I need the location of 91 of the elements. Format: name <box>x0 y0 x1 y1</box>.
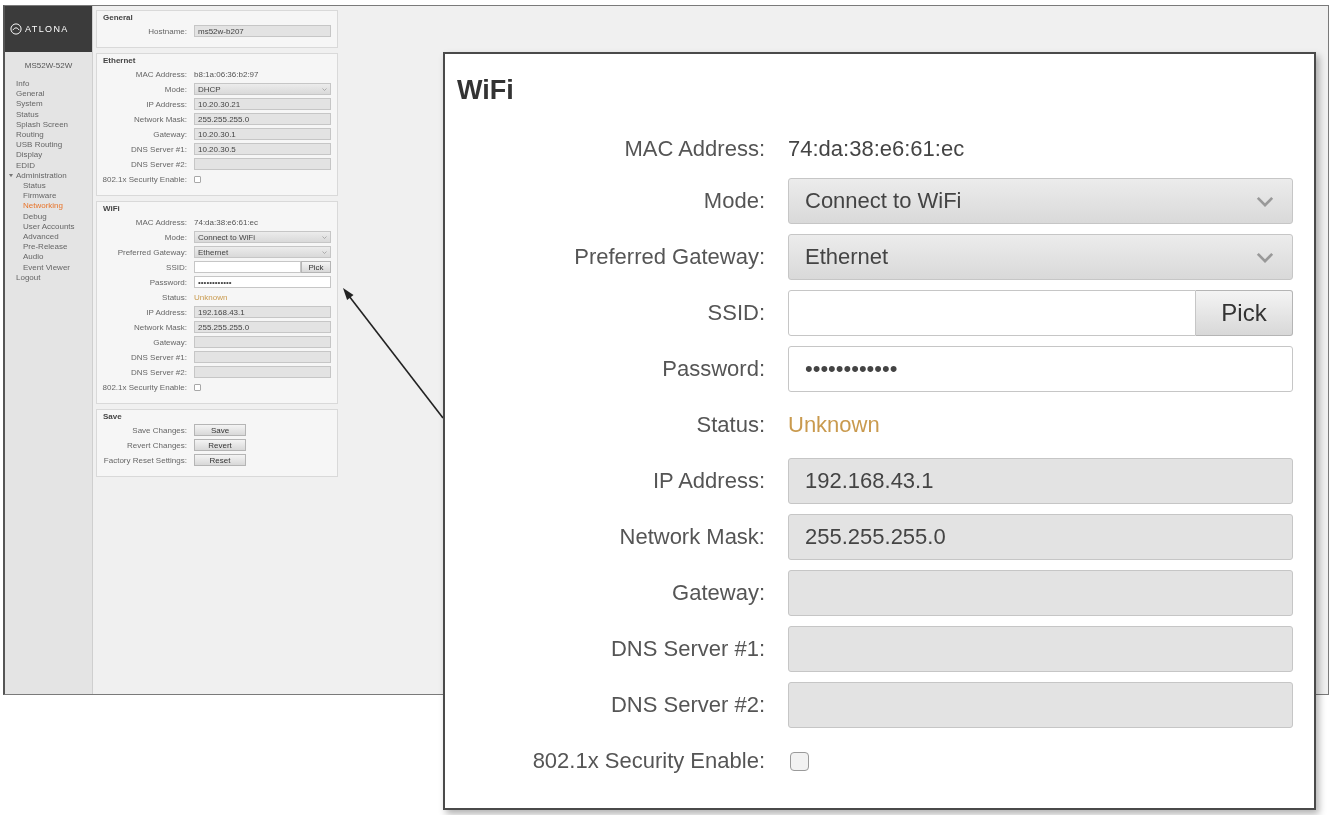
field-label: DNS Server #2: <box>129 367 187 377</box>
dropdown[interactable]: Ethernet <box>194 246 331 258</box>
pick-button[interactable]: Pick <box>1196 290 1293 336</box>
device-name: MS52W-52W <box>23 61 74 71</box>
sidebar-item[interactable]: Debug <box>5 211 92 222</box>
sidebar-item[interactable]: Routing <box>5 130 92 141</box>
checkbox[interactable] <box>790 751 809 771</box>
field-label: MAC Address: <box>623 136 765 162</box>
sidebar-item[interactable]: User Accounts <box>5 221 92 233</box>
sidebar-item[interactable]: Pre-Release <box>5 242 92 253</box>
checkbox[interactable] <box>194 175 201 183</box>
text-field[interactable] <box>194 261 301 273</box>
sidebar-item[interactable]: Splash Screen <box>5 119 92 130</box>
sidebar-item[interactable]: Event Viewer <box>5 262 92 273</box>
chevron-down-icon <box>1256 251 1274 263</box>
dropdown[interactable]: Connect to WiFi <box>194 231 331 243</box>
text-field[interactable]: •••••••••••• <box>194 276 331 288</box>
field-label: Status: <box>161 292 187 302</box>
sidebar-item[interactable]: Firmware <box>5 191 92 202</box>
field-label: Status: <box>695 412 765 438</box>
value-text: 74:da:38:e6:61:ec <box>788 136 965 162</box>
chevron-down-icon <box>1256 195 1274 207</box>
field-label: DNS Server #2: <box>609 692 765 718</box>
sidebar-item[interactable]: EDID <box>5 160 92 171</box>
field-label: Preferred Gateway: <box>116 247 187 257</box>
section-title: Ethernet <box>102 56 137 65</box>
sidebar-item[interactable]: Audio <box>5 252 92 263</box>
field-label: Hostname: <box>147 26 187 36</box>
field-label: IP Address: <box>145 99 187 109</box>
chevron-down-icon <box>322 250 327 254</box>
value-text: 74:da:38:e6:61:ec <box>194 217 259 227</box>
sidebar-item[interactable]: Status <box>5 109 92 120</box>
field-label: 802.1x Security Enable: <box>101 382 187 392</box>
sidebar-item[interactable]: Display <box>5 150 92 161</box>
field-label: Password: <box>148 277 187 287</box>
field-label: Save Changes: <box>131 425 187 435</box>
field-label: Network Mask: <box>133 322 187 332</box>
field-label: SSID: <box>165 262 187 272</box>
sidebar-item[interactable]: General <box>5 89 92 100</box>
section-title: WiFi <box>102 204 121 213</box>
dropdown[interactable]: DHCP <box>194 83 331 95</box>
expand-triangle-icon <box>9 174 13 179</box>
field-label: Password: <box>661 356 765 382</box>
sidebar-item[interactable]: USB Routing <box>5 140 92 151</box>
field-label: MAC Address: <box>134 217 187 227</box>
action-button[interactable]: Revert <box>194 439 246 451</box>
field-label: Mode: <box>163 232 187 242</box>
sidebar-item[interactable]: Administration <box>5 170 92 182</box>
field-label: DNS Server #1: <box>129 352 187 362</box>
chevron-down-icon <box>322 235 327 239</box>
field-label: SSID: <box>706 300 765 326</box>
field-label: Factory Reset Settings: <box>102 455 187 465</box>
field-label: 802.1x Security Enable: <box>531 748 765 774</box>
field-label: Network Mask: <box>618 524 765 550</box>
status-text: Unknown <box>194 292 228 302</box>
field-label: Gateway: <box>152 129 187 139</box>
section-title: WiFi <box>457 74 515 106</box>
field-label: IP Address: <box>145 307 187 317</box>
section-title: Save <box>102 412 123 421</box>
sidebar-item[interactable]: Advanced <box>5 232 92 243</box>
action-button[interactable]: Reset <box>194 454 246 466</box>
sidebar-item[interactable]: Info <box>5 79 92 90</box>
field-label: Mode: <box>702 188 765 214</box>
sidebar-item[interactable]: Status <box>5 181 92 192</box>
action-button[interactable]: Save <box>194 424 246 436</box>
text-field[interactable]: •••••••••••• <box>788 346 1293 392</box>
field-label: DNS Server #1: <box>609 636 765 662</box>
field-label: Network Mask: <box>133 114 187 124</box>
dropdown[interactable]: Ethernet <box>788 234 1293 280</box>
field-label: IP Address: <box>651 468 765 494</box>
field-label: Gateway: <box>152 337 187 347</box>
field-label: Revert Changes: <box>125 440 187 450</box>
field-label: DNS Server #1: <box>129 144 187 154</box>
section-title: General <box>102 13 134 22</box>
value-text: b8:1a:06:36:b2:97 <box>194 69 259 79</box>
field-label: Gateway: <box>671 580 765 606</box>
status-text: Unknown <box>788 412 880 438</box>
pick-button[interactable]: Pick <box>301 261 331 273</box>
logo-text: ATLONA <box>25 24 69 34</box>
field-label: MAC Address: <box>134 69 187 79</box>
sidebar-item[interactable]: Logout <box>5 272 92 284</box>
text-field[interactable] <box>788 290 1196 336</box>
checkbox[interactable] <box>194 383 201 391</box>
chevron-down-icon <box>322 87 327 91</box>
field-label: DNS Server #2: <box>129 159 187 169</box>
field-label: Preferred Gateway: <box>573 244 765 270</box>
circle-logo-icon <box>10 23 22 35</box>
sidebar-item[interactable]: System <box>5 99 92 110</box>
field-label: Mode: <box>163 84 187 94</box>
dropdown[interactable]: Connect to WiFi <box>788 178 1293 224</box>
field-label: 802.1x Security Enable: <box>101 174 187 184</box>
